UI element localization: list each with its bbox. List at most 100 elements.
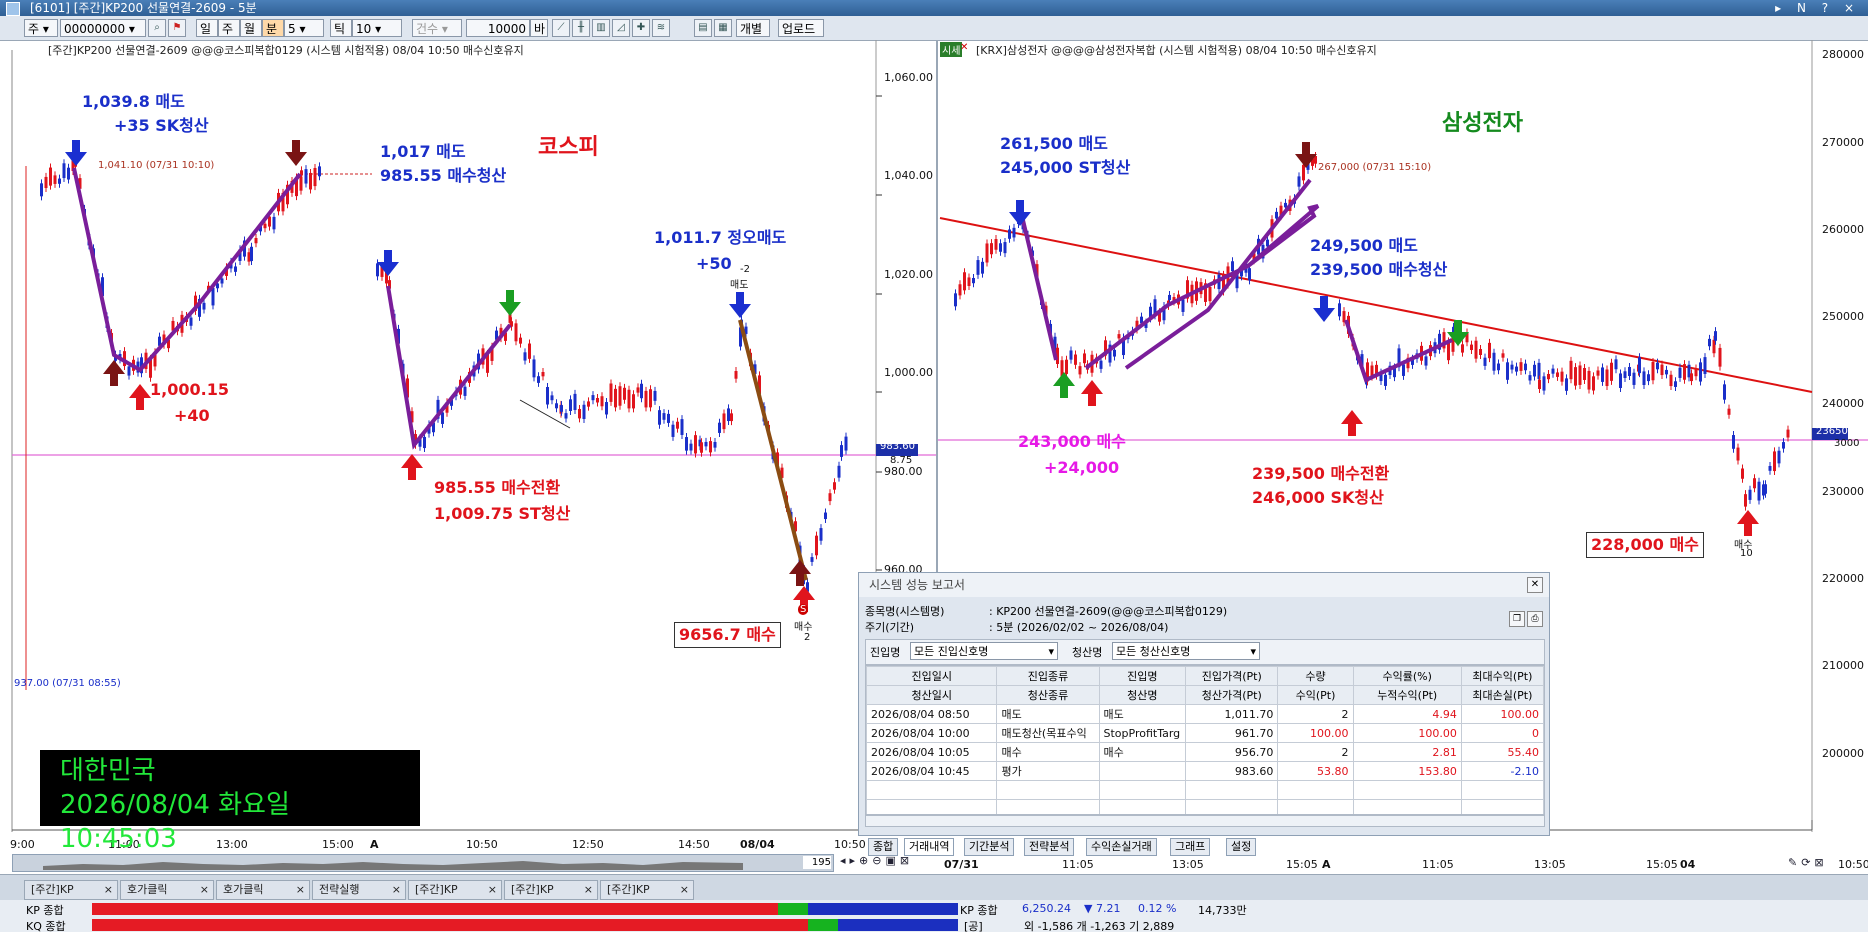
table-row[interactable]: [866, 799, 1544, 814]
report-tab[interactable]: 기간분석: [964, 838, 1015, 856]
candle-body: [1669, 374, 1673, 387]
candle-body: [564, 413, 568, 419]
close-icon[interactable]: ×: [680, 881, 689, 899]
clock-country: 대한민국: [60, 756, 156, 786]
window-tab[interactable]: [주간]KP ×: [504, 880, 598, 900]
tick-select[interactable]: 10 ▾: [352, 19, 402, 37]
candle-body: [376, 263, 379, 277]
candle-body: [1528, 375, 1532, 381]
candle-body: [591, 395, 595, 401]
candle-body: [1483, 357, 1487, 366]
entry-filter-label: 진입명: [870, 646, 901, 659]
window-controls[interactable]: ▸ N ? ×: [1775, 0, 1860, 16]
save-chart-icon[interactable]: ▤: [694, 19, 712, 37]
candle-body: [1601, 367, 1604, 382]
buy-arrow-icon: [401, 454, 423, 480]
report-tab[interactable]: 전략분석: [1024, 838, 1075, 856]
left-price-tag-value: 983.60: [880, 441, 915, 452]
table-header-cell: 수익(Pt): [1277, 685, 1354, 705]
bar-chart-icon[interactable]: ▥: [592, 19, 610, 37]
performance-report-window[interactable]: 시스템 성능 보고서 ✕ 종목명(시스템명) : KP200 선물연결-2609…: [858, 572, 1550, 836]
sell-arrow-icon: [729, 292, 751, 318]
candle-body: [587, 401, 590, 407]
grid-icon[interactable]: ▦: [714, 19, 732, 37]
period-minute-button[interactable]: 분: [262, 19, 284, 37]
entry-filter-select[interactable]: 모든 진입신호명 ▾: [910, 642, 1058, 660]
candle-body: [569, 399, 572, 411]
candle-body: [1614, 359, 1618, 370]
table-row[interactable]: 2026/08/04 08:50 매도 매도 1,011.70 2 4.94 100.00: [866, 704, 1544, 724]
report-print-icon[interactable]: ⎙: [1527, 611, 1543, 627]
close-icon[interactable]: ×: [200, 881, 209, 899]
table-cell: 961.70: [1185, 723, 1279, 743]
window-tab[interactable]: 호가클릭 ×: [120, 880, 214, 900]
candle-body: [833, 482, 836, 490]
chart-nav-controls[interactable]: ◂▸⊕⊖▣⊠: [840, 854, 934, 870]
right-nav-controls[interactable]: ✎⟳⊠: [1788, 856, 1862, 870]
table-header-row: 진입일시 진입종류 진입명 진입가격(Pt) 수량 수익률(%) 최대수익(Pt): [866, 666, 1544, 686]
period-day-button[interactable]: 일: [196, 19, 218, 37]
area-chart-icon[interactable]: ◿: [612, 19, 630, 37]
window-tab[interactable]: 전략실행 ×: [312, 880, 406, 900]
code-input[interactable]: 00000000 ▾: [60, 19, 146, 37]
search-flag-icon[interactable]: ⚑: [168, 19, 186, 37]
close-icon[interactable]: ×: [488, 881, 497, 899]
table-row[interactable]: 2026/08/04 10:00 매도청산(목표수익 StopProfitTarg 9…: [866, 723, 1544, 743]
close-icon[interactable]: ×: [584, 881, 593, 899]
close-icon[interactable]: ×: [104, 881, 113, 899]
candle-body: [560, 405, 563, 412]
left-chart-scroll-strip[interactable]: 195: [12, 854, 834, 872]
report-scrollbar[interactable]: [865, 815, 1545, 827]
candle-body: [649, 389, 652, 408]
candle-body: [722, 413, 726, 430]
report-close-icon[interactable]: ✕: [1527, 577, 1543, 593]
period-week-button[interactable]: 주: [218, 19, 240, 37]
report-tab[interactable]: 설정: [1226, 838, 1257, 856]
report-system-label: 종목명(시스템명): [865, 605, 945, 618]
report-tab[interactable]: 수익손실거래: [1086, 838, 1157, 856]
right-y-tick: 270000: [1822, 136, 1864, 149]
tick-button[interactable]: 틱: [330, 19, 352, 37]
candle-body: [254, 238, 258, 244]
table-row[interactable]: 2026/08/04 10:05 매수 매수 956.70 2 2.81 55.40: [866, 742, 1544, 762]
left-chart-name: 코스피: [538, 135, 599, 160]
individual-button[interactable]: 개별: [736, 19, 770, 37]
mode-select[interactable]: 주 ▾: [24, 19, 58, 37]
table-row[interactable]: [866, 780, 1544, 800]
table-header-cell: 누적수익(Pt): [1352, 685, 1462, 705]
annotation-label: +24,000: [1044, 458, 1120, 477]
right-high-label: 267,000 (07/31 15:10): [1318, 162, 1432, 173]
window-tab[interactable]: [주간]KP ×: [24, 880, 118, 900]
candle-body: [1694, 368, 1698, 377]
left-low-label: 937.00 (07/31 08:55): [14, 678, 121, 689]
close-icon[interactable]: ×: [296, 881, 305, 899]
candle-body: [578, 408, 581, 419]
cross-chart-icon[interactable]: ✚: [632, 19, 650, 37]
interval-select[interactable]: 5 ▾: [284, 19, 324, 37]
candle-body: [1703, 357, 1707, 374]
upload-button[interactable]: 업로드: [778, 19, 824, 37]
report-copy-icon[interactable]: ❐: [1509, 611, 1525, 627]
window-tab[interactable]: [주간]KP ×: [600, 880, 694, 900]
buy-arrow-icon: [1341, 410, 1363, 436]
search-icon[interactable]: ⌕: [148, 19, 166, 37]
count-select[interactable]: 건수 ▾: [412, 19, 462, 37]
close-icon[interactable]: ×: [392, 881, 401, 899]
indicator-icon[interactable]: ≋: [652, 19, 670, 37]
window-tab[interactable]: 호가클릭 ×: [216, 880, 310, 900]
report-tab[interactable]: 그래프: [1170, 838, 1211, 856]
window-tab[interactable]: [주간]KP ×: [408, 880, 502, 900]
row1-bar-red: [92, 903, 778, 915]
candle-body: [1519, 362, 1523, 371]
count-input[interactable]: 10000: [466, 19, 530, 37]
period-month-button[interactable]: 월: [240, 19, 262, 37]
candle-body: [44, 176, 48, 189]
line-chart-icon[interactable]: ⟋: [552, 19, 570, 37]
bar-button[interactable]: 바: [530, 19, 548, 37]
candle-body: [636, 387, 640, 393]
candle-chart-icon[interactable]: ╫: [572, 19, 590, 37]
sell-arrow-icon: [377, 250, 399, 276]
scroll-value-field[interactable]: 195: [803, 856, 831, 869]
exit-filter-select[interactable]: 모든 청산신호명 ▾: [1112, 642, 1260, 660]
table-row[interactable]: 2026/08/04 10:45 평가 983.60 53.80 153.80 -2.10: [866, 761, 1544, 781]
